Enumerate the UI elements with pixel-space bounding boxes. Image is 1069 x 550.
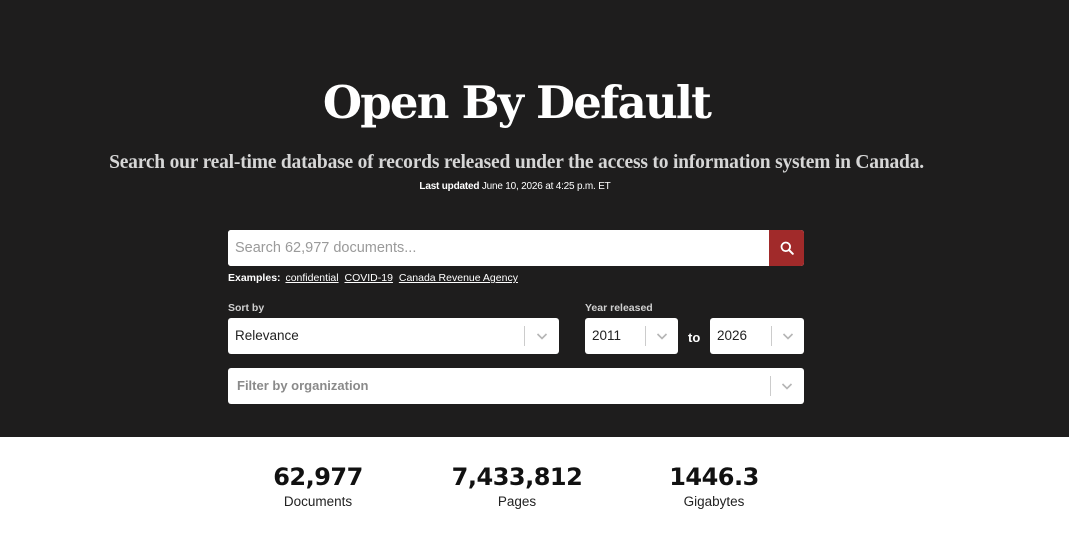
- page-subtitle: Search our real-time database of records…: [109, 152, 924, 173]
- stat-label: Documents: [283, 494, 353, 509]
- search-icon: [780, 241, 794, 255]
- last-updated: Last updated June 10, 2026 at 4:25 p.m. …: [0, 181, 1030, 192]
- sort-by-select[interactable]: Relevance: [228, 318, 559, 354]
- year-released-label: Year released: [585, 302, 653, 314]
- year-to-value: 2026: [717, 328, 748, 343]
- example-link-canada-revenue-agency[interactable]: Canada Revenue Agency: [399, 272, 518, 284]
- stat-gigabytes: 1446.3 Gigabytes: [614, 463, 814, 509]
- chevron-down-icon: [781, 383, 793, 390]
- stat-value: 1446.3: [669, 463, 759, 491]
- sort-by-label: Sort by: [228, 302, 265, 314]
- search-button[interactable]: [769, 230, 804, 266]
- last-updated-label: Last updated: [419, 181, 480, 192]
- stat-value: 62,977: [273, 463, 363, 491]
- organization-filter-placeholder: Filter by organization: [237, 378, 369, 393]
- stat-pages: 7,433,812 Pages: [417, 463, 617, 509]
- stat-value: 7,433,812: [451, 463, 583, 491]
- hero-section: Open By Default Search our real-time dat…: [0, 0, 1069, 437]
- example-link-confidential[interactable]: confidential: [285, 272, 338, 284]
- select-divider: [770, 376, 771, 396]
- select-divider: [771, 326, 772, 346]
- last-updated-date: June 10, 2026 at 4:25 p.m. ET: [481, 181, 611, 192]
- search-examples: Examples: confidential COVID-19 Canada R…: [228, 272, 521, 284]
- year-from-select[interactable]: 2011: [585, 318, 678, 354]
- search-input[interactable]: [228, 230, 769, 266]
- select-divider: [645, 326, 646, 346]
- chevron-down-icon: [782, 333, 794, 340]
- stat-documents: 62,977 Documents: [218, 463, 418, 509]
- search-bar: [228, 230, 804, 266]
- examples-label: Examples:: [228, 272, 281, 284]
- year-to-select[interactable]: 2026: [710, 318, 804, 354]
- organization-filter-select[interactable]: Filter by organization: [228, 368, 804, 404]
- stat-label: Gigabytes: [683, 494, 745, 509]
- year-from-value: 2011: [592, 328, 622, 343]
- sort-by-value: Relevance: [235, 328, 299, 343]
- year-range-to-label: to: [688, 330, 701, 345]
- example-link-covid-19[interactable]: COVID-19: [345, 272, 393, 284]
- chevron-down-icon: [536, 333, 548, 340]
- select-divider: [524, 326, 525, 346]
- stat-label: Pages: [497, 494, 537, 509]
- page-title: Open By Default: [322, 76, 712, 129]
- chevron-down-icon: [656, 333, 668, 340]
